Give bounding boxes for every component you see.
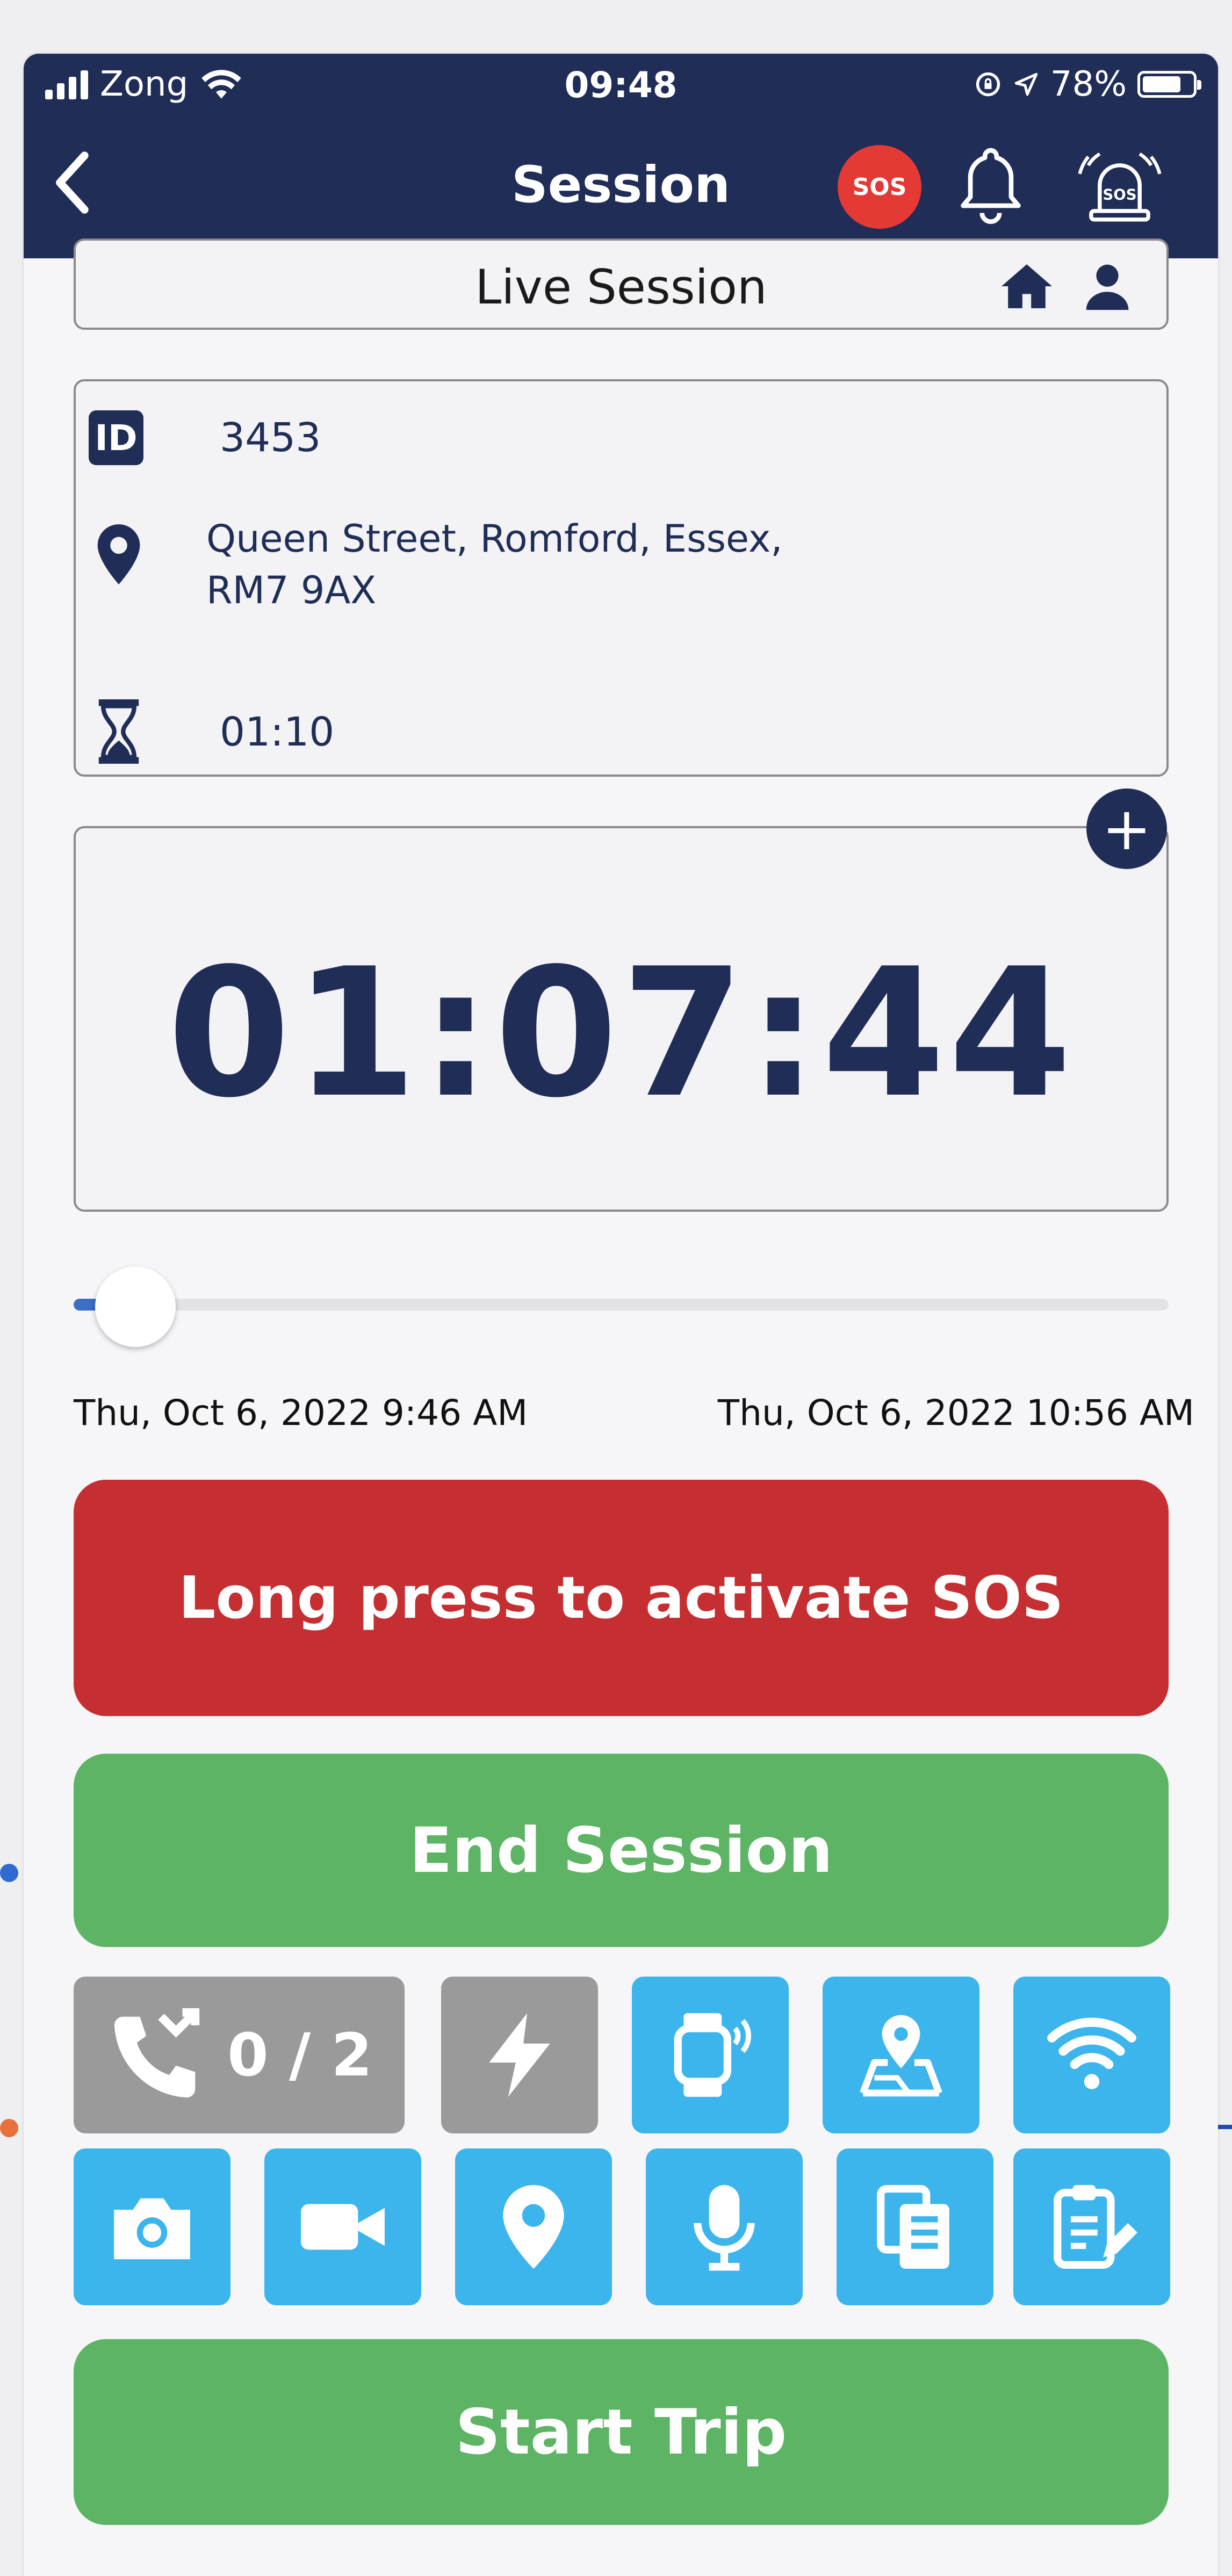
calls-tile[interactable]: 0 / 2 (74, 1977, 405, 2133)
bell-icon[interactable] (956, 140, 1026, 231)
map-tile[interactable] (823, 1977, 979, 2133)
address-line-1: Queen Street, Romford, Essex, (206, 517, 783, 561)
slider-start-time: Thu, Oct 6, 2022 9:46 AM (74, 1392, 528, 1434)
clipboard-edit-icon (1054, 2185, 1137, 2269)
live-session-bar[interactable]: Live Session (74, 238, 1169, 330)
hourglass-icon (98, 699, 139, 764)
slider-thumb[interactable] (95, 1267, 176, 1347)
sos-alarm-icon[interactable]: SOS (1074, 140, 1165, 231)
orientation-lock-icon (976, 72, 1000, 97)
person-icon[interactable] (1083, 261, 1132, 310)
camera-icon (114, 2198, 190, 2260)
flash-icon (489, 2013, 550, 2097)
slider-track (74, 1299, 1169, 1311)
add-time-button[interactable]: + (1086, 788, 1167, 869)
status-bar: Zong 09:48 78% (24, 54, 1218, 134)
session-timer: 01:07:44 (167, 930, 1075, 1137)
documents-tile[interactable] (837, 2148, 993, 2305)
location-arrow-icon (1014, 73, 1038, 96)
sos-long-press-button[interactable]: Long press to activate SOS (74, 1480, 1169, 1716)
microphone-tile[interactable] (646, 2148, 803, 2305)
session-id: 3453 (220, 415, 321, 461)
id-icon: ID (89, 410, 143, 465)
calls-count: 0 / 2 (227, 2021, 372, 2089)
phone-screen: Zong 09:48 78% Session SOS SOS Live Sess… (24, 54, 1218, 2576)
flash-tile[interactable] (441, 1977, 598, 2133)
sos-badge-button[interactable]: SOS (838, 145, 921, 229)
edge-dot-orange (0, 2119, 18, 2137)
page-title: Session (511, 156, 731, 214)
location-pin-icon (503, 2185, 564, 2269)
location-tile[interactable] (455, 2148, 612, 2305)
camera-tile[interactable] (74, 2148, 230, 2305)
session-duration: 01:10 (220, 709, 335, 755)
session-time-slider[interactable] (74, 1267, 1169, 1347)
home-icon[interactable] (1000, 262, 1054, 310)
status-right: 78% (974, 64, 1201, 104)
slider-end-time: Thu, Oct 6, 2022 10:56 AM (717, 1392, 1194, 1434)
wifi-icon (1047, 2017, 1136, 2089)
battery-icon (1137, 71, 1201, 98)
video-camera-icon (301, 2204, 385, 2250)
battery-percent: 78% (1050, 64, 1127, 104)
location-pin-icon (97, 524, 140, 584)
start-trip-button[interactable]: Start Trip (74, 2339, 1169, 2525)
wifi-tile[interactable] (1013, 1977, 1170, 2133)
timer-card: 01:07:44 (74, 826, 1169, 1212)
map-location-icon (860, 2015, 942, 2097)
smartwatch-icon (674, 2013, 751, 2097)
session-address: Queen Street, Romford, Essex, RM7 9AX (206, 513, 1012, 616)
microphone-icon (694, 2185, 755, 2271)
address-line-2: RM7 9AX (206, 568, 377, 612)
app-header: Zong 09:48 78% Session SOS SOS (24, 54, 1218, 258)
edge-dot-blue (0, 1864, 18, 1882)
sos-alarm-text: SOS (1103, 186, 1136, 204)
notes-tile[interactable] (1013, 2148, 1170, 2305)
video-tile[interactable] (264, 2148, 421, 2305)
smartwatch-tile[interactable] (632, 1977, 789, 2133)
end-session-button[interactable]: End Session (74, 1754, 1169, 1947)
session-info-card: ID 3453 Queen Street, Romford, Essex, RM… (74, 379, 1169, 777)
missed-call-icon (114, 2008, 200, 2098)
documents-icon (877, 2185, 949, 2269)
